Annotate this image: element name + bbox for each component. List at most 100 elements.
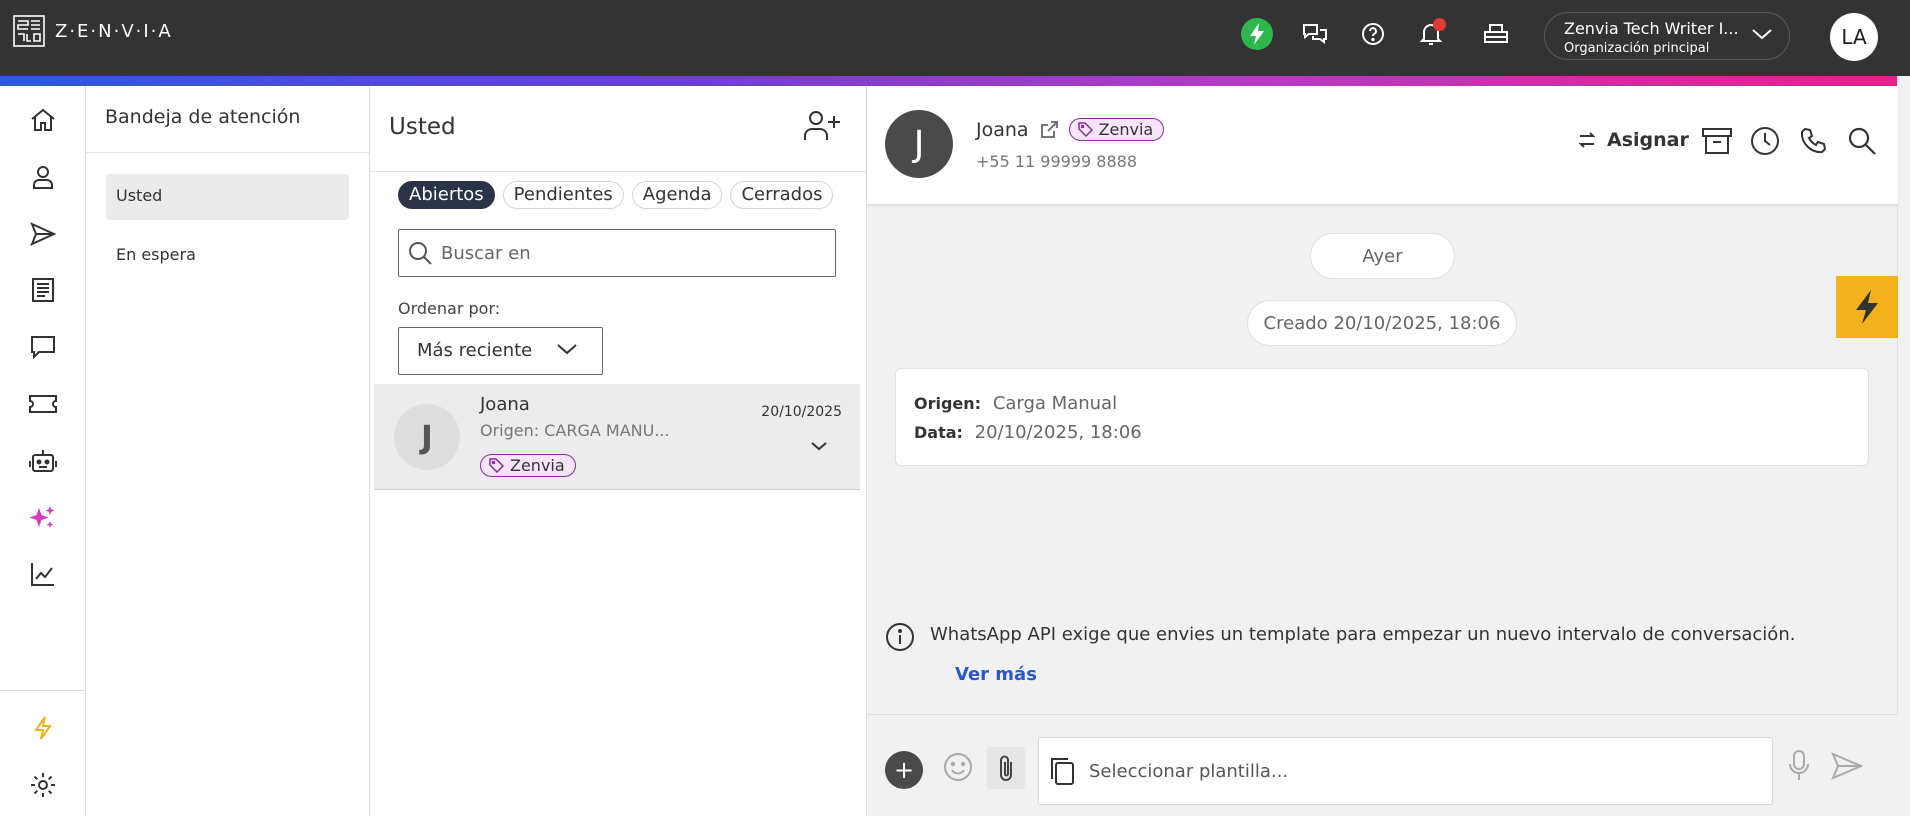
sparkles-icon[interactable]: [26, 501, 60, 535]
template-selector[interactable]: Seleccionar plantilla...: [1038, 737, 1773, 805]
clock-icon[interactable]: [1750, 126, 1780, 156]
chevron-down-icon: [1752, 29, 1772, 40]
order-label: Ordenar por:: [398, 299, 501, 318]
notice-text: WhatsApp API exige que envies un templat…: [930, 624, 1796, 645]
search-box: [398, 229, 836, 277]
org-subtitle: Organización principal: [1564, 41, 1710, 56]
conversation-list: Usted Abiertos Pendientes Agenda Cerrado…: [370, 86, 866, 816]
tag-icon: [1077, 122, 1093, 137]
logo-text: Z·E·N·V·I·A: [55, 20, 173, 42]
nav-divider: [0, 690, 86, 691]
analytics-icon[interactable]: [26, 557, 60, 591]
contact-tag: Zenvia: [1068, 118, 1165, 141]
bolt-icon[interactable]: [26, 711, 60, 745]
help-icon[interactable]: [1357, 18, 1389, 50]
send-icon[interactable]: [1831, 751, 1863, 781]
attach-file-button[interactable]: [987, 747, 1025, 789]
ticket-icon[interactable]: [26, 387, 60, 421]
status-tabs: Abiertos Pendientes Agenda Cerrados: [398, 181, 834, 209]
search-icon[interactable]: [1847, 126, 1877, 156]
data-value: 20/10/2025, 18:06: [974, 422, 1142, 443]
origin-row: Origen: Carga Manual: [914, 389, 1850, 418]
bolt-icon: [1856, 290, 1878, 324]
inbox-panel: Bandeja de atención Usted En espera: [86, 86, 370, 816]
page-scrollbar[interactable]: [1897, 76, 1910, 816]
contact-tag-label: Zenvia: [1098, 120, 1154, 139]
tag-icon: [489, 458, 504, 473]
created-badge: Creado 20/10/2025, 18:06: [1247, 300, 1517, 346]
document-icon[interactable]: [26, 273, 60, 307]
add-contact-button[interactable]: [802, 108, 842, 144]
quick-action-button[interactable]: [1836, 276, 1898, 338]
data-key: Data:: [914, 423, 963, 442]
conversation-name: Joana: [480, 394, 530, 415]
assign-button[interactable]: Asignar: [1577, 129, 1689, 151]
chat-icon[interactable]: [26, 330, 60, 364]
left-navigation: [0, 86, 86, 816]
emoji-icon[interactable]: [942, 751, 974, 783]
phone-icon[interactable]: [1798, 126, 1828, 156]
order-select-value: Más reciente: [417, 340, 533, 361]
expand-chevron-icon[interactable]: [810, 440, 828, 452]
user-avatar[interactable]: LA: [1830, 13, 1878, 61]
search-icon: [409, 242, 432, 265]
bot-icon[interactable]: [26, 444, 60, 478]
external-link-icon[interactable]: [1039, 120, 1059, 140]
bolt-status-icon[interactable]: [1241, 18, 1273, 50]
conversation-list-title: Usted: [389, 114, 456, 140]
contact-phone: +55 11 99999 8888: [976, 152, 1137, 171]
data-row: Data: 20/10/2025, 18:06: [914, 418, 1850, 447]
origin-key: Origen:: [914, 394, 982, 413]
conversation-tag-label: Zenvia: [510, 456, 565, 475]
inbox-item-usted[interactable]: Usted: [106, 174, 349, 220]
inbox-divider: [86, 152, 370, 153]
brand-gradient-bar: [0, 76, 1897, 86]
microphone-icon[interactable]: [1787, 749, 1811, 783]
origin-value: Carga Manual: [992, 393, 1118, 414]
conversation-tag: Zenvia: [480, 454, 576, 477]
message-composer: + Seleccionar plantilla...: [867, 714, 1898, 816]
send-icon[interactable]: [26, 217, 60, 251]
info-icon: [886, 623, 914, 651]
inbox-item-en-espera[interactable]: En espera: [106, 233, 349, 279]
tab-pendientes[interactable]: Pendientes: [502, 181, 624, 209]
paperclip-icon: [1000, 755, 1012, 781]
bell-icon[interactable]: [1415, 18, 1447, 50]
swap-arrows-icon: [1578, 132, 1596, 148]
add-user-icon: [804, 111, 840, 140]
contact-name: Joana: [976, 118, 1029, 141]
notification-dot: [1433, 18, 1446, 31]
chat-bubbles-icon[interactable]: [1299, 18, 1331, 50]
organization-selector[interactable]: Zenvia Tech Writer I... Organización pri…: [1544, 12, 1790, 60]
tab-abiertos[interactable]: Abiertos: [398, 181, 495, 209]
chat-panel: J Joana Zenvia +55 11 99999 8888 Asignar…: [866, 86, 1898, 816]
tab-agenda[interactable]: Agenda: [631, 181, 723, 209]
search-input[interactable]: [441, 242, 821, 264]
archive-icon[interactable]: [1701, 126, 1733, 156]
add-attachment-button[interactable]: +: [885, 751, 923, 789]
contacts-icon[interactable]: [26, 160, 60, 194]
conversation-item[interactable]: J Joana Origen: CARGA MANU... 20/10/2025…: [374, 384, 860, 490]
top-bar: Z·E·N·V·I·A Zenvia Tech Writer I... Orga…: [0, 0, 1910, 76]
zenvia-logo[interactable]: Z·E·N·V·I·A: [13, 15, 173, 47]
inbox-title: Bandeja de atención: [105, 106, 301, 128]
conversation-date: 20/10/2025: [761, 404, 842, 420]
contact-avatar: J: [885, 110, 953, 178]
day-divider: Ayer: [1310, 233, 1455, 279]
see-more-link[interactable]: Ver más: [955, 664, 1037, 685]
conversation-list-divider: [370, 171, 866, 172]
chat-header: J Joana Zenvia +55 11 99999 8888 Asignar: [867, 86, 1898, 205]
origin-info-card: Origen: Carga Manual Data: 20/10/2025, 1…: [895, 368, 1869, 466]
whatsapp-notice: WhatsApp API exige que envies un templat…: [885, 622, 1795, 652]
copy-icon: [1051, 758, 1074, 785]
home-icon[interactable]: [26, 103, 60, 137]
zenvia-logo-icon: [13, 15, 45, 47]
tab-cerrados[interactable]: Cerrados: [730, 181, 834, 209]
printer-icon[interactable]: [1480, 18, 1512, 50]
chevron-down-icon: [557, 344, 577, 355]
conversation-origin: Origen: CARGA MANU...: [480, 421, 670, 440]
settings-icon[interactable]: [26, 768, 60, 802]
order-select[interactable]: Más reciente: [398, 327, 603, 375]
contact-name-row: Joana Zenvia: [976, 118, 1165, 141]
assign-label: Asignar: [1607, 129, 1689, 151]
